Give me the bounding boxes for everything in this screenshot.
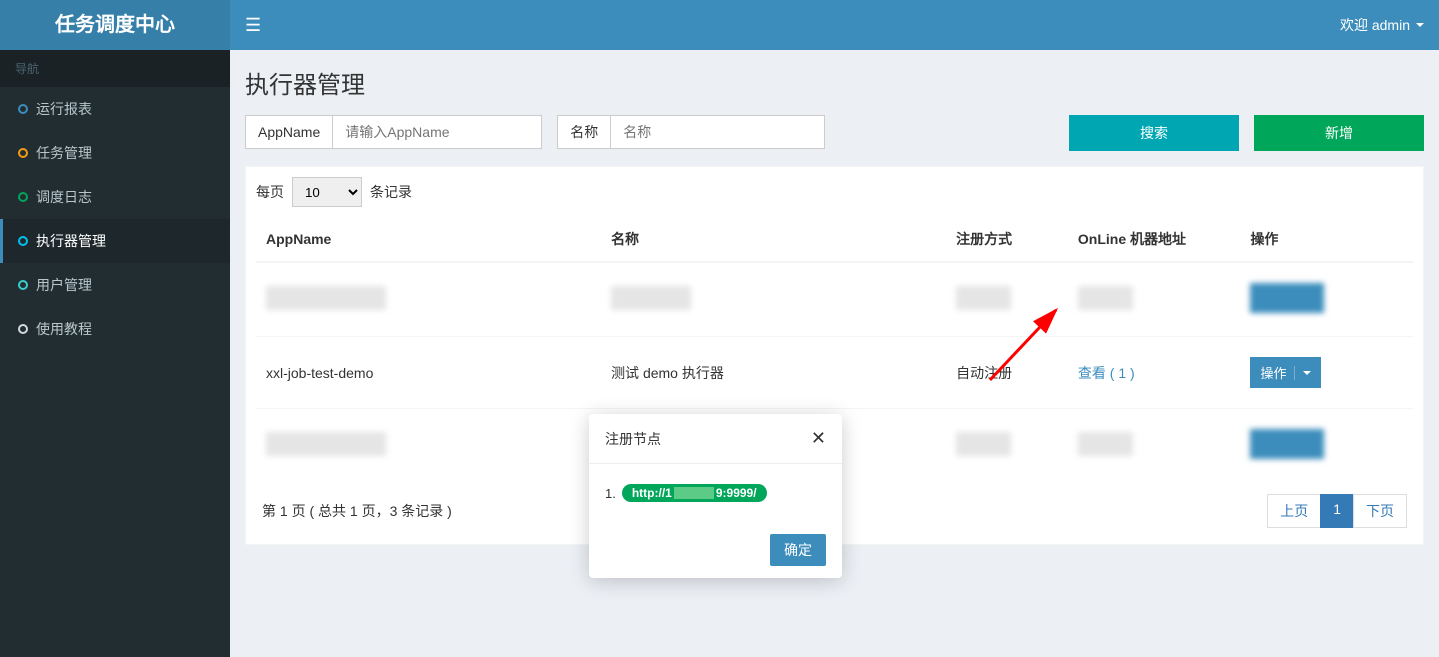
th-online: OnLine 机器地址 — [1068, 217, 1241, 262]
chevron-down-icon — [1303, 371, 1311, 375]
appname-input[interactable] — [332, 115, 542, 149]
cell-name: 测试 demo 执行器 — [601, 337, 946, 409]
node-index: 1. — [605, 486, 616, 501]
modal-body: 1. http://19:9999/ — [589, 464, 842, 522]
circle-icon — [18, 192, 28, 202]
name-group: 名称 — [557, 115, 825, 149]
circle-icon — [18, 104, 28, 114]
th-reg: 注册方式 — [946, 217, 1068, 262]
per-page-suffix: 条记录 — [370, 182, 412, 202]
topbar: ☰ 欢迎 admin — [230, 0, 1439, 50]
register-node-modal: 注册节点 ✕ 1. http://19:9999/ 确定 — [589, 414, 842, 578]
page-title: 执行器管理 — [245, 65, 1424, 100]
nav-header: 导航 — [0, 50, 230, 87]
sidebar-item-label: 任务管理 — [36, 143, 92, 163]
sidebar-item[interactable]: 任务管理 — [0, 131, 230, 175]
filter-row: AppName 名称 搜索 新增 — [245, 115, 1424, 151]
hamburger-icon[interactable]: ☰ — [245, 15, 261, 36]
next-page[interactable]: 下页 — [1353, 494, 1407, 528]
sidebar-item-label: 执行器管理 — [36, 231, 106, 251]
per-page-prefix: 每页 — [256, 182, 284, 202]
sidebar: 任务调度中心 导航 运行报表任务管理调度日志执行器管理用户管理使用教程 — [0, 0, 230, 657]
sidebar-item-label: 使用教程 — [36, 319, 92, 339]
modal-title: 注册节点 — [605, 429, 661, 449]
page-size-row: 每页 10 条记录 — [256, 177, 1413, 207]
sidebar-item-label: 运行报表 — [36, 99, 92, 119]
circle-icon — [18, 280, 28, 290]
sidebar-item[interactable]: 执行器管理 — [0, 219, 230, 263]
chevron-down-icon — [1416, 23, 1424, 27]
cell-appname: xxl-job-test-demo — [256, 337, 601, 409]
confirm-button[interactable]: 确定 — [770, 534, 826, 566]
welcome-dropdown[interactable]: 欢迎 admin — [1340, 15, 1424, 35]
page-size-select[interactable]: 10 — [292, 177, 362, 207]
pagination: 上页 1 下页 — [1268, 494, 1407, 528]
add-button[interactable]: 新增 — [1254, 115, 1424, 151]
circle-icon — [18, 148, 28, 158]
brand-title: 任务调度中心 — [0, 0, 230, 50]
view-link[interactable]: 查看 ( 1 ) — [1078, 365, 1135, 381]
footer-info: 第 1 页 ( 总共 1 页，3 条记录 ) — [262, 501, 452, 521]
appname-label: AppName — [245, 115, 332, 149]
cell-reg: 自动注册 — [946, 337, 1068, 409]
node-url-pill: http://19:9999/ — [622, 484, 767, 502]
table-row: xxl-job-test-demo 测试 demo 执行器 自动注册 查看 ( … — [256, 337, 1413, 409]
circle-icon — [18, 324, 28, 334]
modal-header: 注册节点 ✕ — [589, 414, 842, 464]
th-name: 名称 — [601, 217, 946, 262]
table-row — [256, 262, 1413, 337]
sidebar-item[interactable]: 用户管理 — [0, 263, 230, 307]
page-1[interactable]: 1 — [1320, 494, 1354, 528]
search-button[interactable]: 搜索 — [1069, 115, 1239, 151]
name-input[interactable] — [610, 115, 825, 149]
sidebar-item-label: 用户管理 — [36, 275, 92, 295]
modal-footer: 确定 — [589, 522, 842, 578]
prev-page[interactable]: 上页 — [1267, 494, 1321, 528]
sidebar-item[interactable]: 调度日志 — [0, 175, 230, 219]
close-icon[interactable]: ✕ — [811, 428, 826, 449]
welcome-label: 欢迎 admin — [1340, 15, 1410, 35]
th-op: 操作 — [1240, 217, 1413, 262]
appname-group: AppName — [245, 115, 542, 149]
op-button[interactable]: 操作 — [1250, 357, 1321, 388]
name-label: 名称 — [557, 115, 610, 149]
node-item: 1. http://19:9999/ — [605, 484, 826, 502]
th-appname: AppName — [256, 217, 601, 262]
sidebar-item[interactable]: 使用教程 — [0, 307, 230, 351]
op-label: 操作 — [1260, 363, 1286, 382]
sidebar-item[interactable]: 运行报表 — [0, 87, 230, 131]
circle-icon — [18, 236, 28, 246]
sidebar-item-label: 调度日志 — [36, 187, 92, 207]
